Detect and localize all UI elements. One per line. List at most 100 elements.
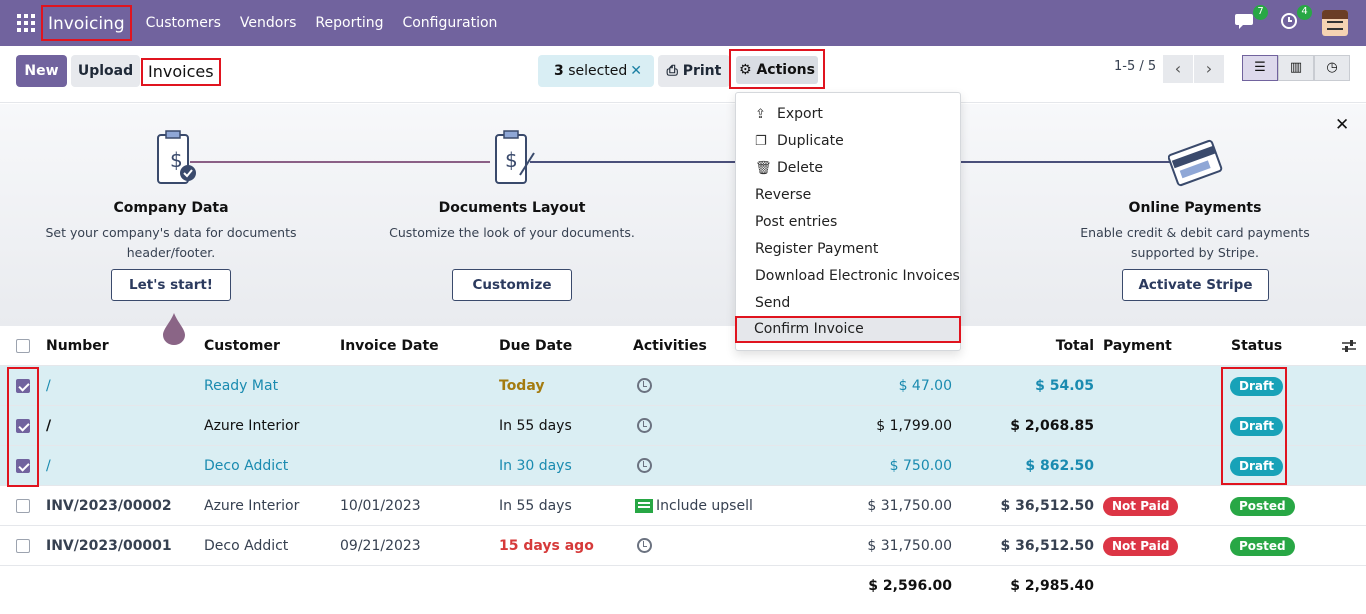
- row-checkbox[interactable]: [16, 499, 30, 513]
- activity-todo-icon[interactable]: [635, 499, 653, 513]
- due-date: 15 days ago: [499, 538, 594, 554]
- activate-stripe-button[interactable]: Activate Stripe: [1122, 269, 1269, 301]
- step-title-company-data: Company Data: [113, 200, 229, 216]
- col-activities[interactable]: Activities: [633, 326, 707, 366]
- activity-clock-icon[interactable]: [637, 378, 652, 393]
- total-amount: $ 36,512.50: [1000, 538, 1094, 554]
- customer-name: Deco Addict: [204, 538, 289, 554]
- activity-clock-icon[interactable]: [637, 538, 652, 553]
- col-number[interactable]: Number: [46, 326, 109, 366]
- menu-vendors[interactable]: Vendors: [240, 15, 296, 31]
- close-icon[interactable]: ✕: [1335, 115, 1349, 135]
- col-due-date[interactable]: Due Date: [499, 326, 572, 366]
- optional-columns-icon[interactable]: [1341, 339, 1357, 353]
- untaxed-amount: $ 31,750.00: [867, 538, 952, 554]
- activity-view-icon[interactable]: ◷: [1314, 55, 1350, 81]
- table-row[interactable]: / Azure Interior In 55 days $ 1,799.00 $…: [0, 406, 1366, 446]
- menu-reporting[interactable]: Reporting: [315, 15, 383, 31]
- invoice-date: 10/01/2023: [340, 498, 421, 514]
- menu-item-export[interactable]: ⇪ Export: [736, 101, 960, 128]
- invoice-number: INV/2023/00002: [46, 498, 172, 514]
- breadcrumb-title: Invoices: [141, 58, 221, 86]
- due-date: In 55 days: [499, 498, 572, 514]
- gear-icon: ⚙: [739, 62, 752, 78]
- actions-label: Actions: [756, 62, 815, 78]
- menu-item-delete[interactable]: 🗑 Delete: [736, 155, 960, 182]
- customer-name: Deco Addict: [204, 458, 289, 474]
- table-row[interactable]: INV/2023/00002 Azure Interior 10/01/2023…: [0, 486, 1366, 526]
- menu-item-send[interactable]: Send: [736, 290, 960, 317]
- customize-button[interactable]: Customize: [452, 269, 572, 301]
- clear-selection-icon[interactable]: ✕: [630, 55, 642, 87]
- apps-grid-icon[interactable]: [17, 14, 35, 32]
- step-desc-line: header/footer.: [126, 245, 216, 260]
- menu-item-duplicate[interactable]: ❐ Duplicate: [736, 128, 960, 155]
- step-desc-line: Set your company's data for documents: [45, 225, 297, 240]
- total-amount: $ 54.05: [1035, 378, 1094, 394]
- menu-item-download-einvoices[interactable]: Download Electronic Invoices: [736, 263, 960, 290]
- menu-item-register-payment[interactable]: Register Payment: [736, 236, 960, 263]
- menu-item-label: Duplicate: [777, 133, 844, 149]
- payment-badge: Not Paid: [1103, 537, 1179, 556]
- menu-item-confirm-invoice[interactable]: Confirm Invoice: [735, 316, 961, 343]
- activity-clock-icon[interactable]: [637, 458, 652, 473]
- menu-item-post-entries[interactable]: Post entries: [736, 209, 960, 236]
- customer-name: Azure Interior: [204, 498, 300, 514]
- activity-clock-icon[interactable]: [637, 418, 652, 433]
- status-highlight: [1221, 367, 1287, 485]
- copy-icon: ❐: [755, 134, 767, 149]
- customer-name: Azure Interior: [204, 418, 300, 434]
- col-status[interactable]: Status: [1231, 326, 1282, 366]
- table-row[interactable]: / Ready Mat Today $ 47.00 $ 54.05 Draft: [0, 366, 1366, 406]
- col-invoice-date[interactable]: Invoice Date: [340, 326, 439, 366]
- step-title-online-payments: Online Payments: [1128, 200, 1262, 216]
- messages-icon[interactable]: 7: [1234, 5, 1268, 34]
- total-amount: $ 2,068.85: [1010, 418, 1094, 434]
- payment-badge: Not Paid: [1103, 497, 1179, 516]
- untaxed-amount: $ 1,799.00: [876, 418, 952, 434]
- menu-configuration[interactable]: Configuration: [402, 15, 497, 31]
- col-total[interactable]: Total: [994, 326, 1094, 366]
- table-row[interactable]: INV/2023/00001 Deco Addict 09/21/2023 15…: [0, 526, 1366, 566]
- activities-clock-icon[interactable]: 4: [1278, 5, 1312, 34]
- step-desc-line: supported by Stripe.: [1131, 245, 1259, 260]
- step-desc-documents-layout: Customize the look of your documents.: [362, 223, 662, 243]
- invoice-number: INV/2023/00001: [46, 538, 172, 554]
- chevron-right-icon[interactable]: ›: [1194, 55, 1224, 83]
- activity-summary[interactable]: Include upsell: [656, 486, 753, 526]
- select-all-checkbox[interactable]: [16, 339, 30, 353]
- col-customer[interactable]: Customer: [204, 326, 280, 366]
- menu-item-reverse[interactable]: Reverse: [736, 182, 960, 209]
- chevron-left-icon[interactable]: ‹: [1163, 55, 1193, 83]
- checkbox-highlight: [7, 367, 39, 487]
- new-button[interactable]: New: [16, 55, 67, 87]
- printer-icon: ⎙: [666, 63, 678, 79]
- documents-layout-icon: $: [495, 130, 535, 184]
- onboarding-banner: $ Company Data Set your company's data f…: [0, 104, 1366, 345]
- row-checkbox[interactable]: [16, 539, 30, 553]
- col-payment[interactable]: Payment: [1103, 326, 1172, 366]
- upload-button[interactable]: Upload: [71, 55, 140, 87]
- invoice-date: 09/21/2023: [340, 538, 421, 554]
- invoice-number: /: [46, 418, 52, 434]
- untaxed-sum: $ 2,596.00: [868, 578, 952, 594]
- pager-value[interactable]: 1-5 / 5: [1114, 59, 1156, 74]
- control-panel: New Upload Invoices 3 selected ✕ ⎙ Print…: [0, 46, 1366, 103]
- top-navbar: Invoicing Customers Vendors Reporting Co…: [0, 0, 1366, 46]
- company-data-document-icon: $: [157, 130, 196, 184]
- kanban-view-icon[interactable]: ▥: [1278, 55, 1314, 81]
- user-avatar[interactable]: [1322, 10, 1348, 36]
- lets-start-button[interactable]: Let's start!: [111, 269, 231, 301]
- total-amount: $ 36,512.50: [1000, 498, 1094, 514]
- menu-customers[interactable]: Customers: [146, 15, 221, 31]
- untaxed-amount: $ 47.00: [898, 378, 952, 394]
- step-desc-online-payments: Enable credit & debit card payments supp…: [1045, 223, 1345, 263]
- due-date: In 55 days: [499, 418, 572, 434]
- print-button[interactable]: ⎙ Print: [658, 55, 730, 87]
- table-row[interactable]: / Deco Addict In 30 days $ 750.00 $ 862.…: [0, 446, 1366, 486]
- list-view-icon[interactable]: ☰: [1242, 55, 1278, 81]
- actions-highlight: ⚙ Actions: [729, 49, 825, 89]
- app-brand[interactable]: Invoicing: [41, 5, 132, 41]
- selected-count: 3: [554, 63, 564, 79]
- actions-button[interactable]: ⚙ Actions: [736, 56, 818, 84]
